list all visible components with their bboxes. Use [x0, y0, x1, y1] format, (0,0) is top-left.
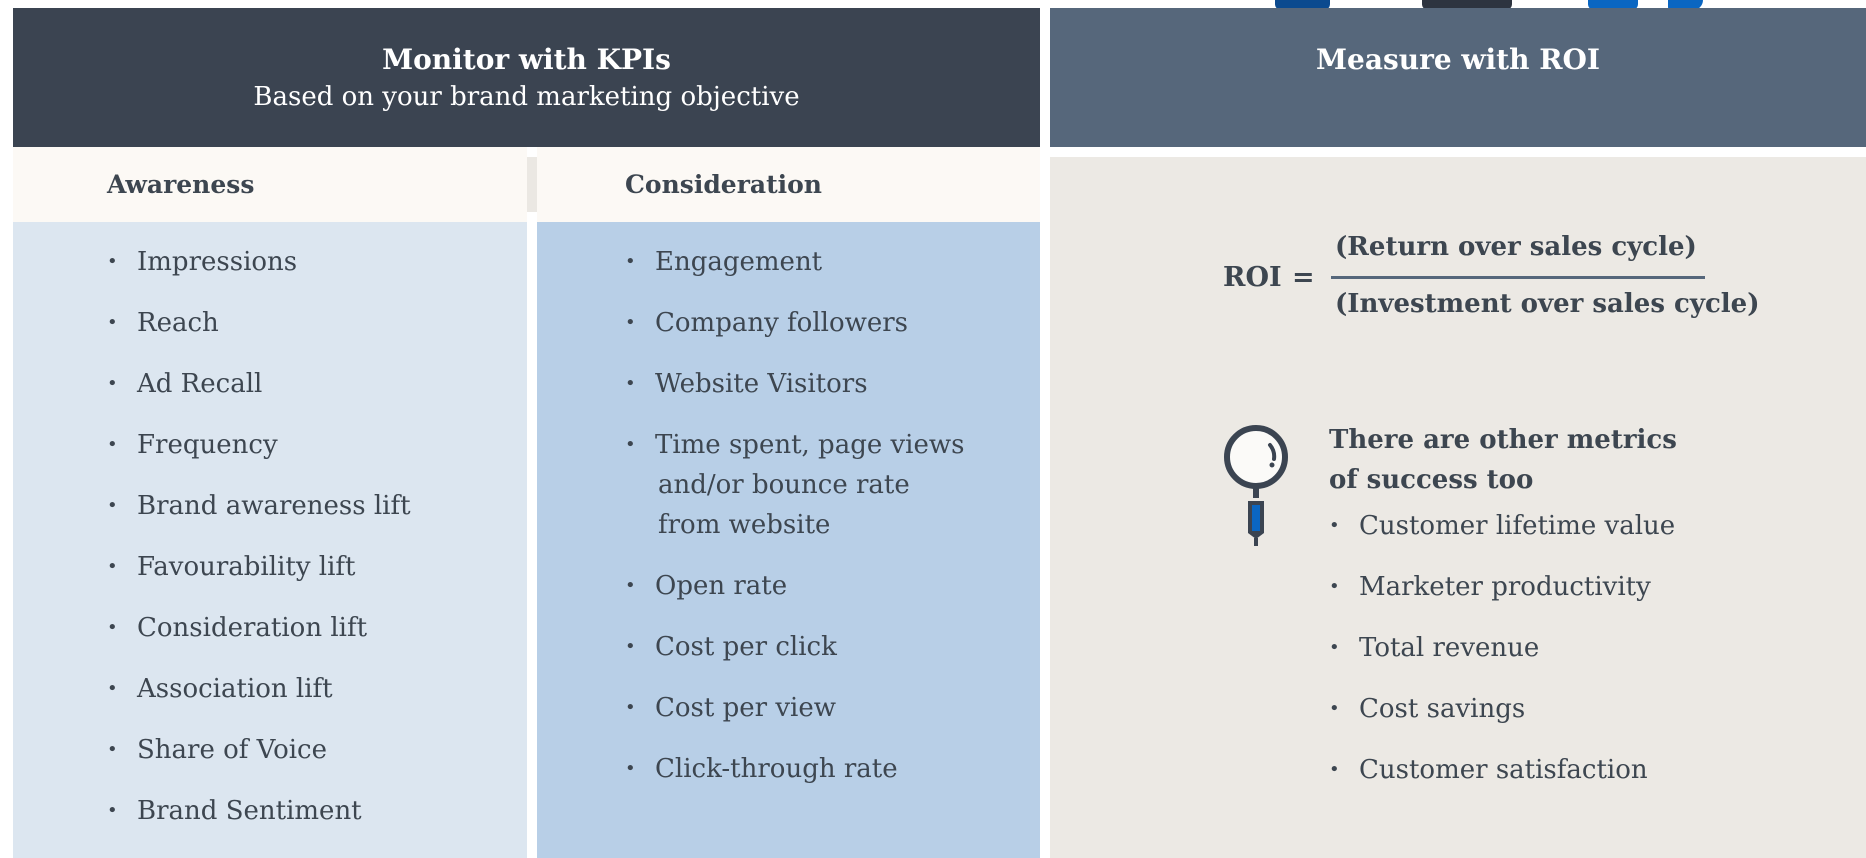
- list-item-multiline: Time spent, page views and/or bounce rat…: [625, 425, 965, 545]
- list-item: Open rate: [625, 566, 965, 606]
- other-metrics-title: There are other metrics of success too: [1329, 420, 1677, 500]
- fraction-bar: [1331, 276, 1705, 279]
- roi-divider: [1050, 147, 1866, 157]
- list-item: Total revenue: [1329, 628, 1675, 668]
- kpi-header: Monitor with KPIs Based on your brand ma…: [13, 8, 1040, 147]
- list-item: Consideration lift: [107, 608, 411, 648]
- other-metrics-list: Customer lifetime value Marketer product…: [1329, 506, 1675, 790]
- list-item-line: from website: [658, 510, 831, 540]
- list-item: Cost per view: [625, 688, 965, 728]
- list-item: Brand Sentiment: [107, 791, 411, 831]
- list-item: Impressions: [107, 242, 411, 282]
- list-item: Association lift: [107, 669, 411, 709]
- list-item: Brand awareness lift: [107, 486, 411, 526]
- list-item: Cost per click: [625, 627, 965, 667]
- roi-numerator: (Return over sales cycle): [1335, 232, 1697, 262]
- awareness-subheader: [13, 147, 527, 222]
- kpi-header-title: Monitor with KPIs: [382, 43, 671, 76]
- list-item: Reach: [107, 303, 411, 343]
- roi-formula-equals: =: [1292, 262, 1315, 293]
- list-item: Marketer productivity: [1329, 567, 1675, 607]
- list-item: Cost savings: [1329, 689, 1675, 729]
- list-item: Ad Recall: [107, 364, 411, 404]
- consideration-label: Consideration: [625, 170, 822, 199]
- roi-formula-label: ROI: [1223, 262, 1282, 293]
- list-item: Customer lifetime value: [1329, 506, 1675, 546]
- list-item: Favourability lift: [107, 547, 411, 587]
- other-metrics-title-line: of success too: [1329, 465, 1534, 495]
- roi-denominator: (Investment over sales cycle): [1335, 289, 1760, 319]
- list-item: Frequency: [107, 425, 411, 465]
- magnifying-glass-icon: [1220, 423, 1292, 548]
- list-item: Company followers: [625, 303, 965, 343]
- other-metrics-title-line: There are other metrics: [1329, 425, 1677, 455]
- list-item: Customer satisfaction: [1329, 750, 1675, 790]
- subheader-divider: [527, 157, 537, 212]
- list-item: Website Visitors: [625, 364, 965, 404]
- list-item: Click-through rate: [625, 749, 965, 789]
- roi-header: Measure with ROI: [1050, 8, 1866, 147]
- roi-header-title: Measure with ROI: [1316, 43, 1600, 76]
- list-item: Share of Voice: [107, 730, 411, 770]
- awareness-label: Awareness: [107, 170, 255, 199]
- consideration-list: Engagement Company followers Website Vis…: [625, 242, 965, 789]
- kpi-header-subtitle: Based on your brand marketing objective: [253, 82, 800, 112]
- list-item-line: and/or bounce rate: [658, 470, 910, 500]
- list-item: Engagement: [625, 242, 965, 282]
- awareness-list: Impressions Reach Ad Recall Frequency Br…: [107, 242, 411, 831]
- list-item-line: Time spent, page views: [655, 430, 965, 460]
